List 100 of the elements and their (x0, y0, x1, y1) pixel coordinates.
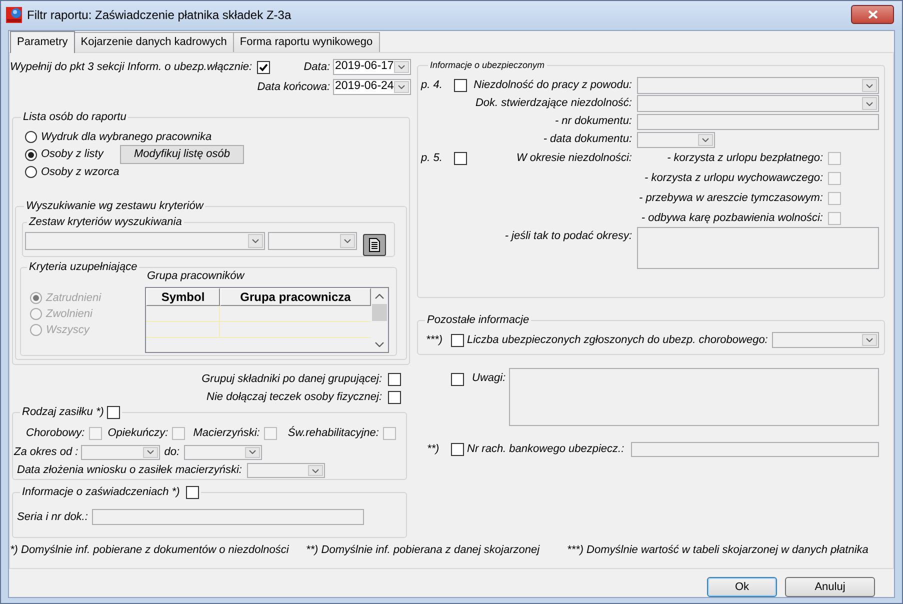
dropdown-button[interactable] (248, 234, 263, 248)
footnote: ***) Domyślnie wartość w tabeli skojarzonej w danych płatnika (567, 544, 868, 557)
field-label: Niezdolność do pracy z powodu: (474, 79, 632, 92)
dropdown-button[interactable] (698, 134, 713, 146)
date-field[interactable]: 2019-06-17 (333, 59, 411, 75)
dropdown-button[interactable] (244, 446, 260, 458)
chevron-down-icon (344, 239, 351, 243)
checkbox[interactable] (388, 390, 401, 404)
tab[interactable]: Parametry (10, 31, 75, 53)
checkbox[interactable] (257, 60, 270, 74)
close-button[interactable] (851, 5, 894, 24)
chevron-down-icon (147, 450, 154, 454)
dropdown-button[interactable] (394, 81, 409, 93)
checkbox[interactable] (451, 443, 464, 456)
dropdown-button[interactable] (340, 234, 355, 248)
chevron-down-icon (866, 84, 873, 88)
document-button[interactable] (363, 234, 386, 256)
field-label: W okresie niezdolności: (516, 152, 632, 164)
footnote: *) Domyślnie inf. pobierane z dokumentów o niezdolności (10, 544, 289, 557)
checkbox-label: Wypełnij do pkt 3 sekcji Inform. o ubezp.włącznie: (10, 60, 252, 74)
dropdown-button[interactable] (862, 97, 877, 110)
text-field[interactable] (637, 114, 879, 130)
chevron-down-icon (398, 85, 405, 89)
scrollbar-thumb[interactable] (372, 304, 387, 321)
text-field[interactable] (631, 442, 879, 457)
dropdown-field[interactable] (246, 463, 325, 478)
checkbox-label: Św.rehabilitacyjne: (288, 427, 379, 440)
radio-button[interactable] (25, 148, 37, 160)
cancel-button[interactable]: Anuluj (785, 577, 875, 597)
checkbox[interactable] (388, 372, 401, 386)
dropdown-button[interactable] (143, 446, 158, 458)
ok-button[interactable]: Ok (707, 577, 777, 597)
radio-label: Osoby z listy (41, 148, 104, 161)
group-title: Zestaw kryteriów wyszukiwania (28, 216, 183, 229)
modify-list-button[interactable]: Modyfikuj listę osób (120, 145, 244, 164)
section-number: p. 5. (421, 152, 442, 164)
checkbox-label: Liczba ubezpieczonych zgłoszonych do ubezp. chorobowego: (467, 334, 768, 346)
checkbox-label: Opiekuńczy: (108, 427, 168, 440)
chevron-down-icon (248, 450, 256, 454)
group-title: Informacje o zaświadczeniach *) (22, 486, 180, 499)
footnote: **) Domyślnie inf. pobierana z danej skojarzonej (306, 544, 540, 557)
group-title: Kryteria uzupełniające (28, 261, 138, 274)
dropdown-field[interactable] (81, 444, 160, 460)
dropdown-button[interactable] (394, 61, 409, 73)
tab[interactable]: Kojarzenie danych kadrowych (74, 32, 234, 52)
document-icon (369, 238, 380, 252)
dropdown-field[interactable] (268, 232, 357, 250)
chevron-up-icon (375, 294, 384, 298)
field-label: - data dokumentu: (543, 133, 632, 146)
field-label: Dok. stwierdzające niezdolność: (475, 97, 632, 110)
dropdown-button[interactable] (862, 79, 877, 92)
group-title: Wyszukiwanie wg zestawu kryteriów (25, 200, 205, 213)
checkbox[interactable] (186, 486, 199, 499)
checkbox[interactable] (454, 79, 467, 92)
column-header[interactable]: Symbol (146, 288, 220, 306)
field-label: Uwagi: (472, 372, 506, 385)
dropdown-field[interactable] (637, 77, 879, 94)
checkmark-icon (259, 62, 268, 72)
radio-button[interactable] (25, 166, 37, 178)
checkbox[interactable] (451, 373, 464, 386)
field-label: Seria i nr dok.: (17, 510, 88, 524)
radio-label: Wszyscy (46, 324, 90, 336)
text-area[interactable] (509, 368, 879, 426)
radio-button[interactable] (25, 131, 37, 143)
dropdown-button[interactable] (862, 334, 877, 346)
footnote-marker: ***) (426, 334, 443, 346)
text-area[interactable] (637, 227, 879, 269)
checkbox-label: Chorobowy: (26, 427, 85, 440)
field-label: Data złożenia wniosku o zasiłek macierzyński: (17, 464, 242, 477)
radio-label: Wydruk dla wybranego pracownika (41, 130, 212, 144)
checkbox-label: Macierzyński: (193, 427, 260, 440)
field-label: Za okres od : (14, 446, 78, 458)
column-header[interactable]: Grupa pracownicza (220, 288, 371, 306)
radio-label: Osoby z wzorca (41, 166, 120, 178)
tab[interactable]: Forma raportu wynikowego (232, 32, 380, 52)
group-title: Rodzaj zasiłku *) (22, 406, 104, 419)
dropdown-field[interactable] (637, 95, 879, 112)
date-field[interactable]: 2019-06-24 (333, 79, 411, 95)
chevron-down-icon (252, 239, 259, 243)
chevron-down-icon (702, 138, 709, 142)
dropdown-field[interactable] (25, 232, 265, 250)
dropdown-field[interactable] (184, 444, 262, 460)
field-label: Data: (304, 60, 330, 74)
field-label: - nr dokumentu: (554, 115, 632, 128)
group-title: Pozostałe informacje (426, 314, 530, 327)
chevron-down-icon (866, 338, 873, 342)
checkbox[interactable] (106, 406, 120, 419)
chevron-down-icon (398, 65, 405, 69)
text-field[interactable] (92, 509, 364, 525)
dropdown-field[interactable] (637, 132, 715, 148)
radio-label: Zwolnieni (46, 308, 92, 320)
close-icon (868, 10, 878, 19)
field-label: - jeśli tak to podać okresy: (504, 230, 632, 243)
checkbox-label: - odbywa karę pozbawienia wolności: (641, 212, 823, 224)
dropdown-field[interactable] (772, 332, 879, 348)
window-title: Filtr raportu: Zaświadczenie płatnika składek Z-3a (27, 8, 292, 23)
checkbox[interactable] (451, 334, 464, 346)
dropdown-button[interactable] (308, 465, 323, 476)
checkbox[interactable] (454, 152, 467, 164)
field-label: Data końcowa: (257, 80, 330, 94)
